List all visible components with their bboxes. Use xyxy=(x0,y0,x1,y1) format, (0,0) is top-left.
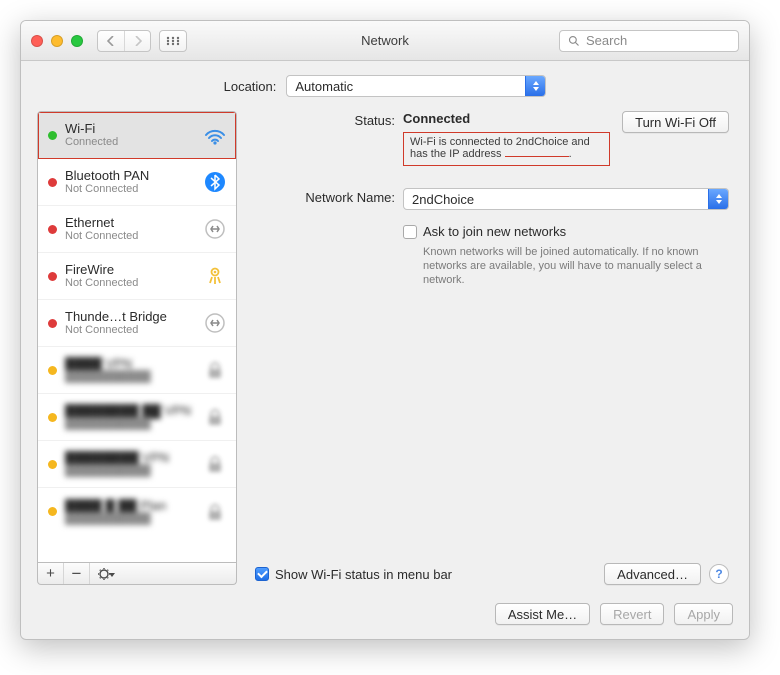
sidebar-item-status: ███████████ xyxy=(65,371,194,383)
status-dot-icon xyxy=(48,366,57,375)
show-wifi-status-label: Show Wi-Fi status in menu bar xyxy=(275,567,452,582)
network-name-label: Network Name: xyxy=(255,188,395,205)
sidebar-item-status: Not Connected xyxy=(65,183,194,195)
detail-panel: Status: Connected Wi-Fi is connected to … xyxy=(251,111,733,585)
lock-icon xyxy=(202,451,228,477)
status-dot-icon xyxy=(48,319,57,328)
ask-join-row: Ask to join new networks Known networks … xyxy=(255,224,729,287)
dropdown-arrows-icon xyxy=(525,76,545,96)
sidebar-item-name: FireWire xyxy=(65,263,194,277)
window-controls xyxy=(31,35,83,47)
sidebar-item-status: ███████████ xyxy=(65,465,194,477)
status-row: Status: Connected Wi-Fi is connected to … xyxy=(255,111,729,166)
sidebar-item-firewire[interactable]: FireWire Not Connected xyxy=(38,253,236,300)
search-placeholder: Search xyxy=(586,33,627,48)
sidebar-item-status: ███████████ xyxy=(65,418,194,430)
wifi-icon xyxy=(202,122,228,148)
status-label: Status: xyxy=(255,111,395,128)
sidebar-item-ethernet[interactable]: Ethernet Not Connected xyxy=(38,206,236,253)
sidebar: Wi-Fi Connected Bluetooth PAN Not Connec… xyxy=(37,111,237,585)
bluetooth-icon xyxy=(202,169,228,195)
status-dot-icon xyxy=(48,272,57,281)
sidebar-item-name: ████████ ██ VPN xyxy=(65,404,194,418)
status-dot-icon xyxy=(48,178,57,187)
status-dot-icon xyxy=(48,131,57,140)
status-description: Wi-Fi is connected to 2ndChoice and has … xyxy=(403,132,610,166)
status-dot-icon xyxy=(48,460,57,469)
network-prefs-window: Network Search Location: Automatic xyxy=(20,20,750,640)
turn-wifi-off-button[interactable]: Turn Wi-Fi Off xyxy=(622,111,729,133)
firewire-icon xyxy=(202,263,228,289)
body: Location: Automatic Wi-Fi Connected xyxy=(21,61,749,595)
close-window-button[interactable] xyxy=(31,35,43,47)
interface-actions-menu[interactable] xyxy=(90,563,124,584)
sidebar-item-name: ████ VPN xyxy=(65,357,194,371)
location-label: Location: xyxy=(224,79,277,94)
revert-button[interactable]: Revert xyxy=(600,603,664,625)
lock-icon xyxy=(202,404,228,430)
sidebar-item-thunderbolt-bridge[interactable]: Thunde…t Bridge Not Connected xyxy=(38,300,236,347)
sidebar-item-vpn[interactable]: ████ █ ██ Plan ███████████ xyxy=(38,488,236,535)
ask-join-checkbox[interactable]: Ask to join new networks xyxy=(403,224,729,239)
minimize-window-button[interactable] xyxy=(51,35,63,47)
redacted-ip xyxy=(505,156,569,157)
dropdown-arrows-icon xyxy=(708,189,728,209)
footer: Assist Me… Revert Apply xyxy=(21,595,749,639)
detail-bottom-row: Show Wi-Fi status in menu bar Advanced… … xyxy=(255,563,729,585)
forward-button[interactable] xyxy=(124,31,150,51)
ask-join-fineprint: Known networks will be joined automatica… xyxy=(423,245,703,287)
sidebar-item-vpn[interactable]: ████████ ██ VPN ███████████ xyxy=(38,394,236,441)
ethernet-icon xyxy=(202,216,228,242)
checkbox-icon xyxy=(255,567,269,581)
status-value: Connected xyxy=(403,111,610,126)
sidebar-item-name: ████████ VPN xyxy=(65,451,194,465)
sidebar-item-name: Thunde…t Bridge xyxy=(65,310,194,324)
status-dot-icon xyxy=(48,413,57,422)
sidebar-item-name: Bluetooth PAN xyxy=(65,169,194,183)
assist-me-button[interactable]: Assist Me… xyxy=(495,603,590,625)
sidebar-item-status: Not Connected xyxy=(65,324,194,336)
location-value: Automatic xyxy=(295,79,353,94)
sidebar-item-name: ████ █ ██ Plan xyxy=(65,499,194,513)
ask-join-label: Ask to join new networks xyxy=(423,224,566,239)
location-dropdown[interactable]: Automatic xyxy=(286,75,546,97)
show-wifi-status-checkbox[interactable]: Show Wi-Fi status in menu bar xyxy=(255,567,452,582)
apply-button[interactable]: Apply xyxy=(674,603,733,625)
lock-icon xyxy=(202,357,228,383)
sidebar-item-name: Ethernet xyxy=(65,216,194,230)
advanced-button[interactable]: Advanced… xyxy=(604,563,701,585)
network-name-dropdown[interactable]: 2ndChoice xyxy=(403,188,729,210)
show-all-button[interactable] xyxy=(159,30,187,52)
sidebar-item-status: Not Connected xyxy=(65,277,194,289)
search-field[interactable]: Search xyxy=(559,30,739,52)
sidebar-item-wifi[interactable]: Wi-Fi Connected xyxy=(38,112,236,159)
interface-toolbar: + − xyxy=(37,563,237,585)
help-button[interactable]: ? xyxy=(709,564,729,584)
ethernet-icon xyxy=(202,310,228,336)
zoom-window-button[interactable] xyxy=(71,35,83,47)
remove-interface-button[interactable]: − xyxy=(64,563,90,584)
sidebar-item-vpn[interactable]: ████████ VPN ███████████ xyxy=(38,441,236,488)
sidebar-item-status: Not Connected xyxy=(65,230,194,242)
back-button[interactable] xyxy=(98,31,124,51)
nav-back-forward xyxy=(97,30,151,52)
sidebar-item-status: ███████████ xyxy=(65,513,194,525)
add-interface-button[interactable]: + xyxy=(38,563,64,584)
status-dot-icon xyxy=(48,225,57,234)
sidebar-item-status: Connected xyxy=(65,136,194,148)
main-split: Wi-Fi Connected Bluetooth PAN Not Connec… xyxy=(37,111,733,585)
search-icon xyxy=(568,35,580,47)
network-name-value: 2ndChoice xyxy=(412,192,474,207)
lock-icon xyxy=(202,499,228,525)
checkbox-icon xyxy=(403,225,417,239)
titlebar: Network Search xyxy=(21,21,749,61)
sidebar-item-name: Wi-Fi xyxy=(65,122,194,136)
sidebar-item-bluetooth[interactable]: Bluetooth PAN Not Connected xyxy=(38,159,236,206)
interface-list[interactable]: Wi-Fi Connected Bluetooth PAN Not Connec… xyxy=(37,111,237,563)
network-name-row: Network Name: 2ndChoice xyxy=(255,188,729,210)
status-dot-icon xyxy=(48,507,57,516)
sidebar-item-vpn[interactable]: ████ VPN ███████████ xyxy=(38,347,236,394)
location-row: Location: Automatic xyxy=(37,75,733,97)
